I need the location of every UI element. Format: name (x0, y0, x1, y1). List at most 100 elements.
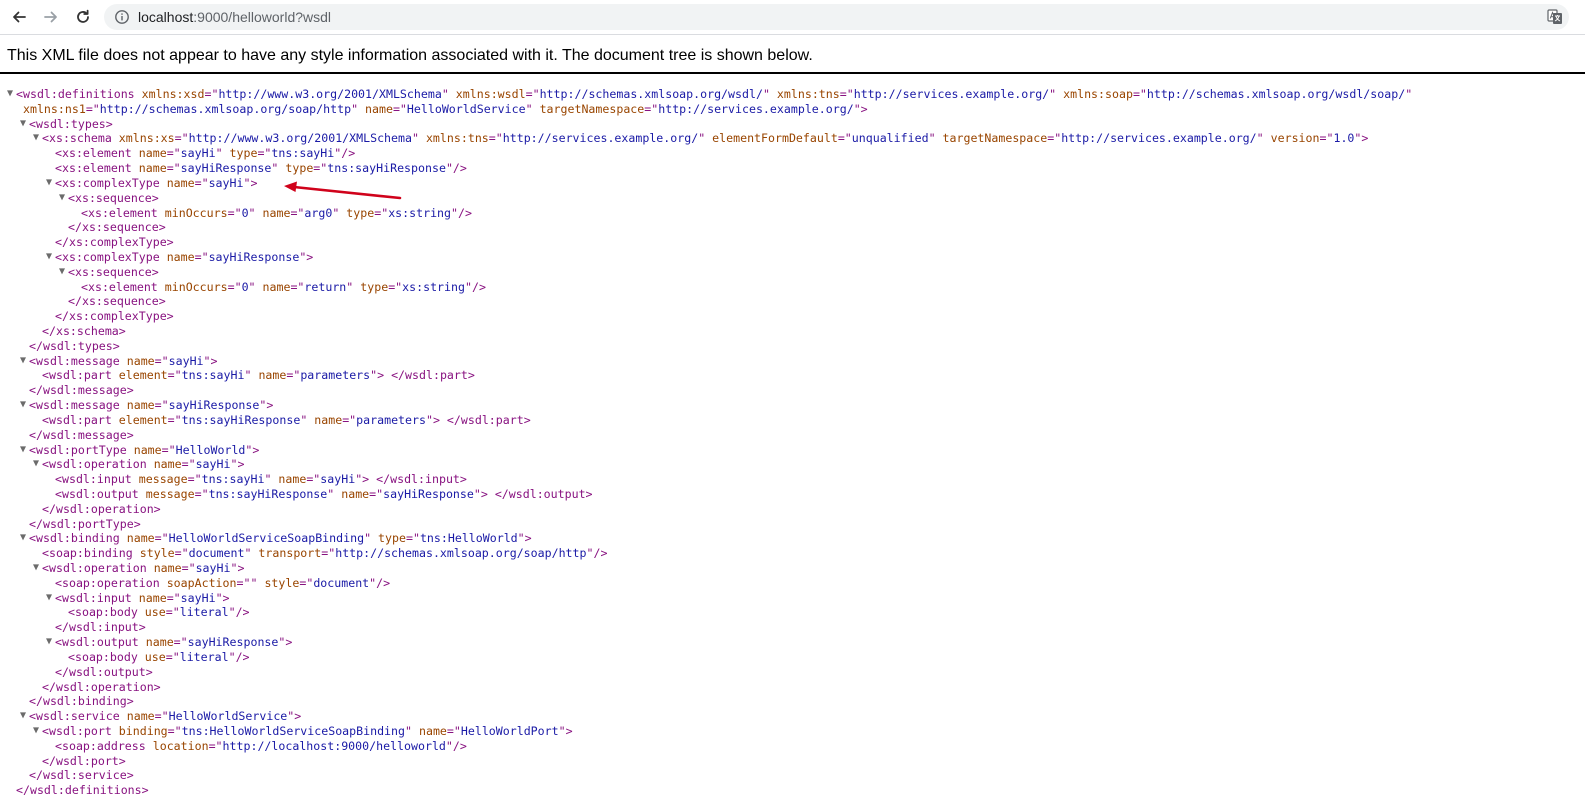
xml-attr-name: name (153, 457, 182, 472)
xml-tag-text: =" (257, 146, 272, 161)
xml-tag-text: =" (194, 175, 209, 190)
xml-attr-value: 0 (241, 205, 249, 220)
collapse-toggle-icon[interactable]: ▼ (19, 398, 27, 413)
xml-tag-text: " (327, 486, 335, 501)
xml-tree-line: ▼ <xs:sequence> (0, 265, 1412, 280)
collapse-toggle-icon[interactable]: ▼ (19, 354, 27, 369)
xml-tree-line: ▼ <wsdl:message name="sayHiResponse"> (0, 398, 1412, 413)
xml-tree-line: ▼ <xs:sequence> (0, 191, 1412, 206)
collapse-toggle-icon[interactable]: ▼ (58, 191, 66, 206)
xml-tag-text: "> (558, 723, 573, 738)
url-host: localhost (138, 9, 194, 25)
xml-tag-text: <xs:sequence> (68, 264, 159, 279)
xml-tag-text: =" (313, 161, 328, 176)
address-bar[interactable]: localhost:9000/helloworld?wsdl (104, 4, 1569, 30)
xml-tag-text: "> (853, 101, 868, 116)
collapse-toggle-icon[interactable]: ▼ (19, 531, 27, 546)
xml-tag-text: <wsdl:message (29, 353, 120, 368)
xml-tag-text: =" (165, 605, 180, 620)
xml-tree-line: <xs:element minOccurs="0" name="return" … (0, 280, 1412, 295)
xml-tag-text: =" (154, 531, 169, 546)
xml-tree-line: ▼ <wsdl:operation name="sayHi"> (0, 561, 1412, 576)
xml-tag-text: </wsdl:service> (29, 768, 134, 783)
xml-attr-value: tns:sayHiResponse (208, 486, 328, 501)
xml-tag-text: " (411, 131, 419, 146)
xml-tag-text: <soap:body (68, 649, 138, 664)
url-text[interactable]: localhost:9000/helloworld?wsdl (138, 9, 331, 25)
xml-tag-text: =" (392, 101, 407, 116)
collapse-toggle-icon[interactable]: ▼ (32, 561, 40, 576)
xml-tag-text: <wsdl:binding (29, 531, 120, 546)
xml-tree-line: </xs:schema> (0, 324, 1412, 339)
xml-tag-text: =" (85, 101, 100, 116)
collapse-toggle-icon[interactable]: ▼ (19, 709, 27, 724)
xml-attr-value: http://services.example.org/ (853, 87, 1050, 101)
xml-tag-text: =" (194, 249, 209, 264)
xml-tag-text: =" (1132, 87, 1147, 101)
xml-attr-value: HelloWorldService (168, 709, 288, 724)
collapse-toggle-icon[interactable]: ▼ (32, 457, 40, 472)
forward-arrow-icon[interactable] (42, 8, 60, 26)
collapse-toggle-icon[interactable]: ▼ (45, 635, 53, 650)
xml-tag-text: "/> (451, 205, 472, 220)
info-icon[interactable] (114, 9, 130, 25)
xml-attr-name: name (262, 279, 291, 294)
xml-tree-line: ▼ <xs:schema xmlns:xs="http://www.w3.org/… (0, 131, 1412, 146)
xml-attr-name: name (138, 161, 167, 176)
collapse-toggle-icon[interactable]: ▼ (6, 87, 14, 102)
translate-icon[interactable] (1547, 9, 1563, 25)
xml-tag-text: =" (154, 353, 169, 368)
collapse-toggle-icon[interactable]: ▼ (32, 131, 40, 146)
xml-tag-text: =" (167, 412, 182, 427)
xml-tag-text: =" (173, 635, 188, 650)
xml-attr-value: xs:string (402, 279, 465, 294)
collapse-toggle-icon[interactable]: ▼ (45, 591, 53, 606)
back-arrow-icon[interactable] (10, 8, 28, 26)
xml-attr-name: name (126, 709, 155, 724)
collapse-toggle-icon[interactable]: ▼ (45, 176, 53, 191)
xml-attr-value: 0 (241, 279, 249, 294)
xml-tree-line: <wsdl:part element="tns:sayHi" name="par… (0, 368, 1412, 383)
xml-tag-text: <soap:address (55, 738, 146, 753)
xml-attr-name: xmlns:tns (776, 87, 840, 101)
xml-tree-line: </wsdl:message> (0, 383, 1412, 398)
xml-tree-line: ▼ <xs:complexType name="sayHi"> (0, 176, 1412, 191)
xml-tree-line: ▼ <wsdl:port binding="tns:HelloWorldServi… (0, 724, 1412, 739)
xml-tag-text: <soap:binding (42, 546, 133, 561)
xml-tag-text: =" (488, 131, 503, 146)
xml-attr-name: soapAction (166, 575, 237, 590)
xml-tree-line: ▼ <wsdl:message name="sayHi"> (0, 354, 1412, 369)
xml-tree-line: <soap:address location="http://localhost… (0, 739, 1412, 754)
xml-attr-value: sayHiResponse (383, 486, 474, 501)
reload-icon[interactable] (74, 8, 92, 26)
xml-tag-text: </wsdl:output> (55, 664, 153, 679)
xml-attr-value: sayHi (195, 457, 231, 472)
xml-attr-value: http://www.w3.org/2001/XMLSchema (218, 87, 442, 101)
xml-tag-text: </xs:complexType> (55, 235, 174, 250)
xml-tag-text: =" (837, 131, 852, 146)
xml-tag-text: "> (517, 531, 532, 546)
xml-attr-name: name (166, 175, 195, 190)
xml-tree-line: ▼ <wsdl:service name="HelloWorldService"> (0, 709, 1412, 724)
collapse-toggle-icon[interactable]: ▼ (19, 443, 27, 458)
xml-tree-line: <wsdl:part element="tns:sayHiResponse" n… (0, 413, 1412, 428)
xml-tag-text: "/> (369, 575, 391, 590)
collapse-toggle-icon[interactable]: ▼ (45, 250, 53, 265)
xml-attr-name: binding (118, 723, 168, 738)
collapse-toggle-icon[interactable]: ▼ (19, 117, 27, 132)
xml-tag-text: =" (290, 205, 305, 220)
xml-tag-text: "> (1354, 131, 1369, 146)
collapse-toggle-icon[interactable]: ▼ (32, 724, 40, 739)
xml-document-tree: ▼ <wsdl:definitions xmlns:xsd="http://www… (0, 87, 1412, 798)
xml-attr-value: HelloWorldService (406, 101, 526, 116)
xml-tag-text: </xs:complexType> (55, 309, 174, 324)
xml-tag-text: " (244, 368, 252, 383)
xml-tag-text: <wsdl:part (42, 368, 112, 383)
xml-tree-line: ▼ <wsdl:portType name="HelloWorld"> (0, 443, 1412, 458)
xml-tag-text: =" (154, 709, 169, 724)
xml-tag-text: </wsdl:port> (42, 753, 126, 768)
xml-attr-name: name (258, 368, 287, 383)
xml-tree-line: <soap:body use="literal"/> (0, 605, 1412, 620)
collapse-toggle-icon[interactable]: ▼ (58, 265, 66, 280)
xml-tag-text: =" (166, 590, 181, 605)
